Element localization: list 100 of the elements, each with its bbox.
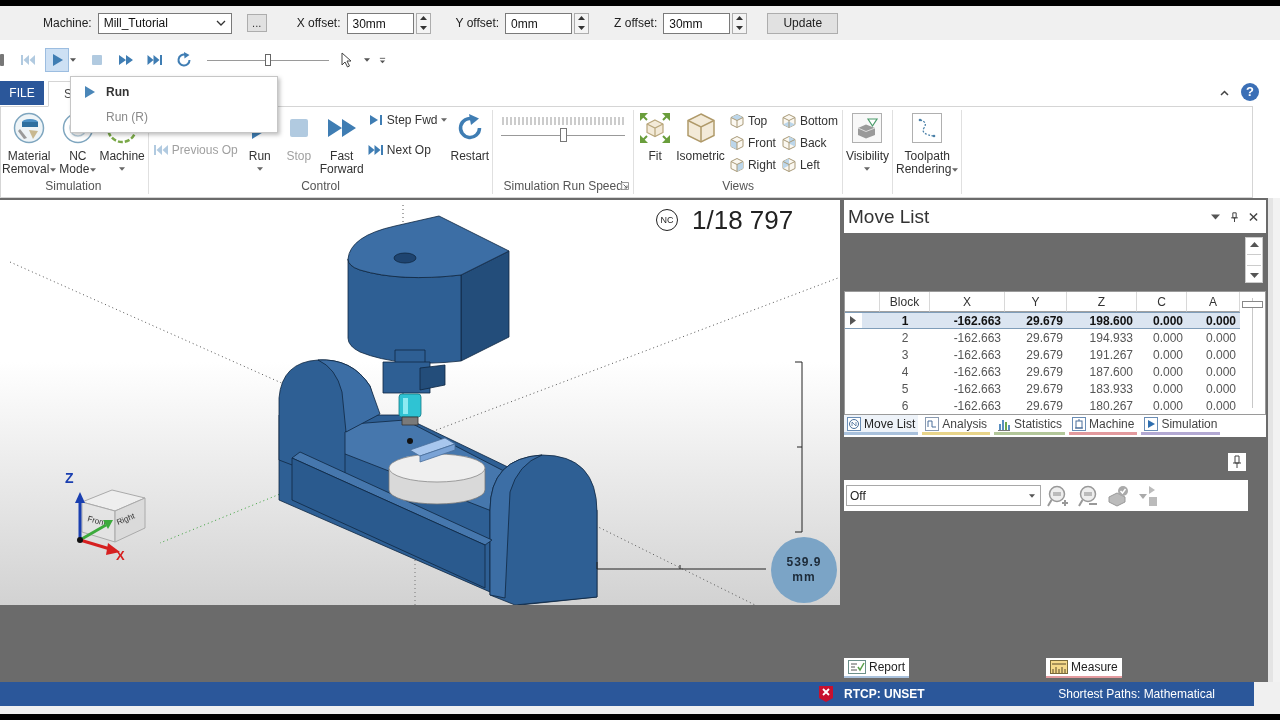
table-cell: 1 bbox=[880, 312, 930, 329]
table-cell-text: 0.000 bbox=[1151, 363, 1184, 380]
pointer-icon[interactable] bbox=[341, 52, 352, 68]
table-cell-text: 0.000 bbox=[1204, 363, 1237, 380]
scrollbar[interactable] bbox=[1268, 198, 1280, 682]
table-cell-text: 0.000 bbox=[1151, 346, 1184, 363]
table-cell-text: 0.000 bbox=[1151, 397, 1184, 414]
ribbon-button[interactable]: Back bbox=[778, 133, 840, 153]
ribbon-button[interactable]: Right bbox=[726, 155, 778, 175]
tools-disc-icon bbox=[13, 112, 46, 144]
caret-icon[interactable] bbox=[364, 58, 370, 62]
grip-icon[interactable] bbox=[0, 54, 4, 66]
down-arrow-icon[interactable] bbox=[1249, 273, 1259, 278]
table-cell-text: 29.679 bbox=[1025, 380, 1064, 397]
panel-tab[interactable]: Move List bbox=[844, 415, 919, 435]
ribbon-button[interactable]: Front bbox=[726, 133, 778, 153]
skip-back-icon bbox=[152, 142, 169, 158]
step-forward-icon bbox=[367, 112, 384, 128]
ribbon-button[interactable]: Visibility bbox=[844, 110, 891, 171]
collapse-icon[interactable] bbox=[1220, 90, 1229, 96]
filter-dropdown[interactable]: Off bbox=[846, 485, 1041, 506]
spinner[interactable] bbox=[732, 12, 748, 34]
down-arrow-icon[interactable] bbox=[736, 25, 744, 30]
panel-tab[interactable]: Simulation bbox=[1141, 415, 1221, 435]
cube-face-label: Right bbox=[115, 511, 137, 527]
header-corner bbox=[845, 292, 880, 312]
table-cell-text: 0.000 bbox=[1204, 346, 1237, 363]
table-cell-text: -162.663 bbox=[952, 380, 1002, 397]
table-cell-text: 29.679 bbox=[1025, 346, 1064, 363]
table-cell-text: -162.663 bbox=[952, 346, 1002, 363]
caret-icon bbox=[440, 118, 447, 122]
update-button[interactable]: Update bbox=[767, 12, 839, 34]
toolbar-button[interactable] bbox=[45, 48, 69, 72]
caret-icon bbox=[952, 167, 959, 172]
table-cell: -162.663 bbox=[930, 312, 1005, 329]
table-cell-text: 183.933 bbox=[1088, 380, 1134, 397]
block-counter: 1/18 797 bbox=[692, 205, 794, 235]
customize-icon[interactable] bbox=[379, 56, 386, 64]
close-icon[interactable] bbox=[1249, 211, 1258, 222]
ribbon-button[interactable]: Fast Forward bbox=[318, 110, 365, 176]
up-arrow-icon[interactable] bbox=[419, 16, 427, 21]
table-cell-text: 4 bbox=[900, 363, 910, 380]
help-button[interactable]: ? bbox=[1241, 83, 1259, 101]
offset-field[interactable]: 30mm bbox=[346, 12, 414, 34]
caret-icon bbox=[1029, 493, 1035, 498]
table-cell-text: 187.600 bbox=[1088, 363, 1134, 380]
panel-tab[interactable]: Report bbox=[844, 658, 910, 678]
table-cell-text: 29.679 bbox=[1025, 397, 1064, 414]
ribbon-button[interactable]: Top bbox=[726, 111, 778, 131]
cube-icon bbox=[780, 157, 797, 173]
curve-tile-icon bbox=[911, 112, 944, 144]
ribbon-button[interactable]: Next Op bbox=[365, 140, 449, 160]
ribbon-button[interactable]: Isometric bbox=[675, 110, 726, 163]
slider-thumb[interactable] bbox=[265, 54, 271, 66]
down-arrow-icon[interactable] bbox=[578, 25, 586, 30]
checklist-icon bbox=[848, 660, 866, 674]
slider-thumb[interactable] bbox=[560, 128, 568, 142]
caret-icon bbox=[119, 167, 126, 171]
table-cell-text: 3 bbox=[900, 346, 910, 363]
zoom-out-icon[interactable] bbox=[1077, 484, 1099, 507]
ribbon-button[interactable]: Toolpath Rendering bbox=[895, 110, 960, 176]
ribbon-button[interactable]: Step Fwd bbox=[365, 110, 449, 130]
table-cell: 198.600 bbox=[1067, 312, 1137, 329]
caret-icon[interactable] bbox=[70, 58, 76, 62]
ribbon-button[interactable]: Bottom bbox=[778, 111, 840, 131]
play-icon bbox=[85, 85, 95, 98]
ribbon-button[interactable]: Restart bbox=[449, 110, 491, 163]
down-arrow-icon[interactable] bbox=[419, 25, 427, 30]
cube-icon bbox=[728, 135, 745, 151]
offset-field[interactable]: 30mm bbox=[663, 12, 731, 34]
up-arrow-icon[interactable] bbox=[1249, 242, 1259, 247]
up-arrow-icon[interactable] bbox=[736, 16, 744, 21]
group-label: Views bbox=[722, 179, 754, 193]
spinner[interactable] bbox=[574, 12, 590, 34]
browse-button[interactable]: ... bbox=[246, 14, 267, 32]
spinner[interactable] bbox=[415, 12, 431, 34]
check-block-icon[interactable] bbox=[1107, 484, 1129, 507]
table-cell-text: 6 bbox=[900, 397, 910, 414]
panel-tab[interactable]: Measure bbox=[1046, 658, 1122, 678]
launcher-icon[interactable] bbox=[621, 182, 630, 190]
ribbon-button[interactable]: Left bbox=[778, 155, 840, 175]
machine-dropdown[interactable]: Mill_Tutorial bbox=[97, 12, 232, 34]
offset-field[interactable]: 0mm bbox=[505, 12, 573, 34]
file-tab[interactable]: FILE bbox=[0, 81, 44, 105]
table-cell: 0.000 bbox=[1137, 312, 1187, 329]
cube-icon bbox=[728, 157, 745, 173]
ribbon-button[interactable]: Fit bbox=[636, 110, 675, 163]
pin-icon[interactable] bbox=[1230, 211, 1239, 222]
panel-tab[interactable]: Analysis bbox=[922, 415, 991, 435]
scrollbar[interactable] bbox=[1245, 237, 1263, 283]
cube-arrows-icon bbox=[639, 112, 672, 144]
panel-tab[interactable]: Statistics bbox=[994, 415, 1066, 435]
field-label: Machine: bbox=[43, 16, 92, 30]
ribbon-button[interactable]: Material Removal bbox=[1, 110, 58, 176]
cube-tile-icon bbox=[851, 112, 884, 144]
zoom-in-icon[interactable] bbox=[1047, 484, 1069, 507]
pin-icon[interactable] bbox=[1228, 453, 1246, 471]
up-arrow-icon[interactable] bbox=[578, 16, 586, 21]
panel-tab[interactable]: Machine bbox=[1069, 415, 1138, 435]
restart-icon bbox=[176, 52, 192, 68]
